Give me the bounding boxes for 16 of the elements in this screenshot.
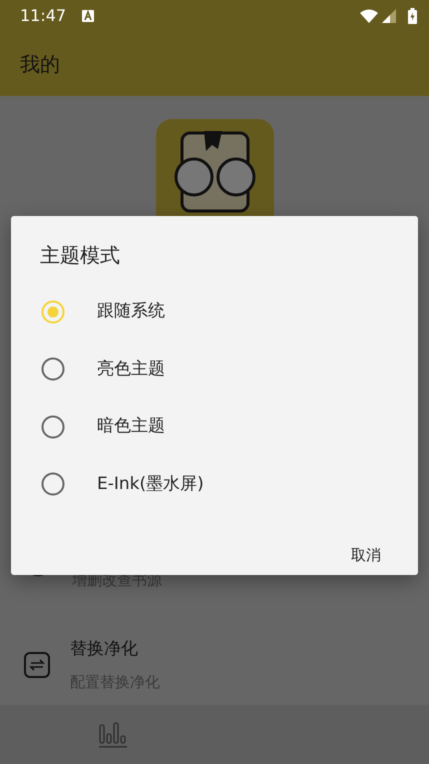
theme-option[interactable]: 亮色主题 [11, 340, 418, 398]
notification-icon [82, 10, 94, 22]
radio-button[interactable] [41, 472, 65, 496]
radio-button[interactable] [41, 414, 65, 439]
theme-option[interactable]: 暗色主题 [11, 398, 418, 456]
signal-icon [382, 9, 396, 23]
battery-icon [408, 8, 417, 24]
wifi-icon [360, 9, 378, 23]
theme-option[interactable]: E-Ink(墨水屏) [11, 456, 418, 513]
toolbar-title: 我的 [20, 51, 60, 78]
radio-button[interactable] [41, 357, 65, 382]
replace-icon [24, 652, 50, 678]
cancel-button[interactable]: 取消 [339, 536, 393, 574]
status-time: 11:47 [20, 5, 66, 27]
theme-option[interactable]: 跟随系统 [11, 283, 418, 340]
dialog-title: 主题模式 [39, 242, 121, 269]
